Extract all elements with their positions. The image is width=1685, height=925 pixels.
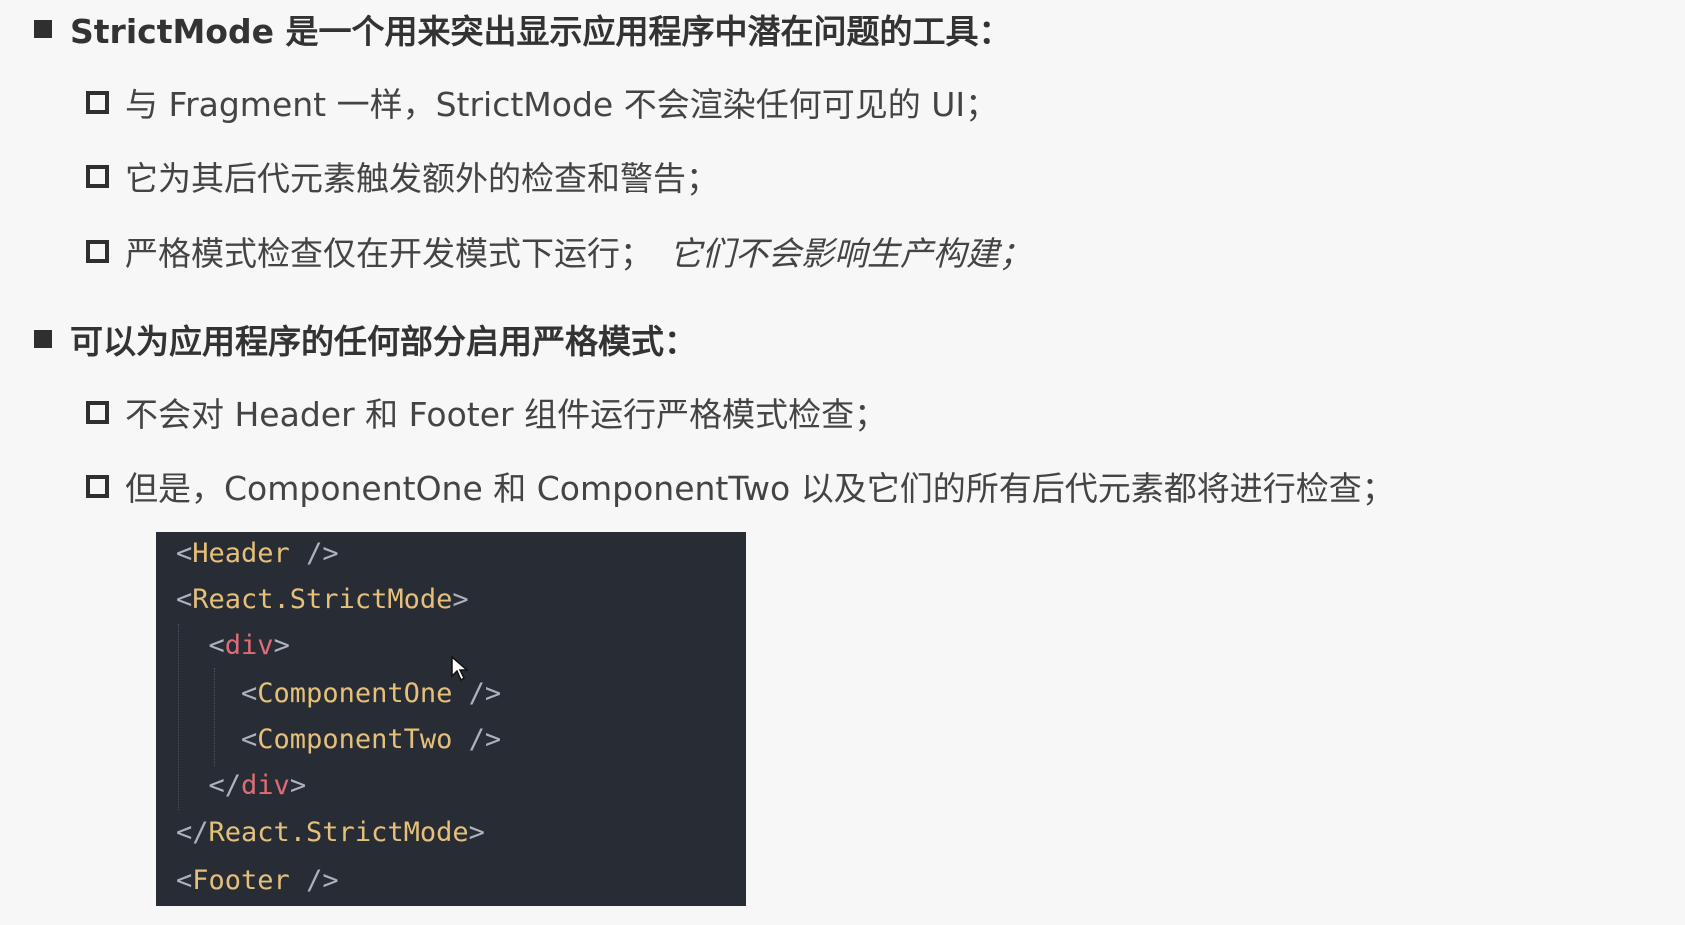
heading-text: 可以为应用程序的任何部分启用严格模式： xyxy=(70,322,697,361)
list-item: 不会对 Header 和 Footer 组件运行严格模式检查； xyxy=(86,388,887,436)
code-line: </div> xyxy=(208,770,307,801)
code-line: <Header /> xyxy=(176,538,339,569)
square-bullet-icon xyxy=(34,330,52,348)
code-block: <Header /> <React.StrictMode> <div> <Com… xyxy=(156,532,746,906)
code-line: <Footer /> xyxy=(176,865,339,896)
hollow-square-bullet-icon xyxy=(86,164,109,188)
list-item-text: 但是，ComponentOne 和 ComponentTwo 以及它们的所有后代… xyxy=(125,469,1395,508)
code-line: </React.StrictMode> xyxy=(176,817,485,848)
list-item: 它为其后代元素触发额外的检查和警告； xyxy=(86,152,719,200)
hollow-square-bullet-icon xyxy=(86,239,109,263)
heading-strictmode: StrictMode 是一个用来突出显示应用程序中潜在问题的工具： xyxy=(34,5,1011,53)
code-line: <div> xyxy=(208,630,290,661)
code-line: <ComponentTwo /> xyxy=(241,724,502,755)
code-line: <React.StrictMode> xyxy=(176,584,469,615)
mouse-cursor-icon xyxy=(451,655,470,686)
square-bullet-icon xyxy=(34,20,52,38)
list-item-text: 它为其后代元素触发额外的检查和警告； xyxy=(125,159,719,198)
list-item-text: 严格模式检查仅在开发模式下运行； xyxy=(125,234,653,273)
list-item-text: 不会对 Header 和 Footer 组件运行严格模式检查； xyxy=(125,395,888,434)
heading-text: StrictMode 是一个用来突出显示应用程序中潜在问题的工具： xyxy=(70,12,1012,51)
list-item-text: 与 Fragment 一样，StrictMode 不会渲染任何可见的 UI； xyxy=(125,85,999,124)
heading-enable-strictmode: 可以为应用程序的任何部分启用严格模式： xyxy=(34,315,697,363)
list-item: 与 Fragment 一样，StrictMode 不会渲染任何可见的 UI； xyxy=(86,78,998,126)
list-item: 严格模式检查仅在开发模式下运行； 它们不会影响生产构建； xyxy=(86,227,1032,275)
slide: StrictMode 是一个用来突出显示应用程序中潜在问题的工具： 与 Frag… xyxy=(0,0,1685,925)
hollow-square-bullet-icon xyxy=(86,400,109,424)
hollow-square-bullet-icon xyxy=(86,90,109,114)
list-item: 但是，ComponentOne 和 ComponentTwo 以及它们的所有后代… xyxy=(86,462,1395,510)
hollow-square-bullet-icon xyxy=(86,474,109,498)
list-item-italic-text: 它们不会影响生产构建； xyxy=(669,234,1032,273)
